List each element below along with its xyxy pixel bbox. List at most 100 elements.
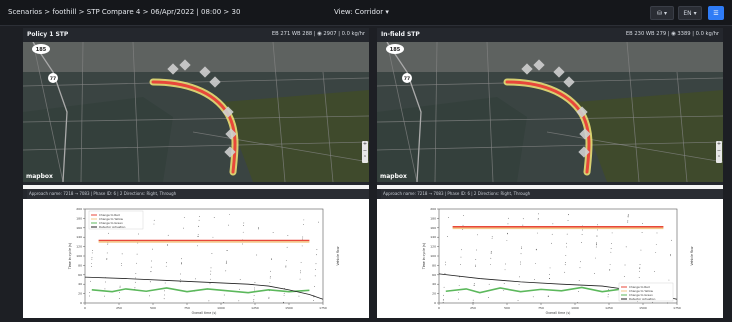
detector-dot <box>107 243 109 245</box>
detector-dot <box>136 253 138 255</box>
detector-dot <box>491 237 493 239</box>
detector-dot <box>458 285 460 287</box>
detector-dot <box>503 282 505 284</box>
detector-dot <box>119 291 121 293</box>
language-button[interactable]: EN ▾ <box>678 6 702 20</box>
x-tick-label: 0 <box>84 306 86 310</box>
zoom-control[interactable]: + − ⌃ <box>362 141 368 163</box>
detector-dot <box>285 259 287 261</box>
detector-dot <box>611 243 612 244</box>
map-view[interactable]: 185 77 mapbox + − ⌃ <box>23 42 369 182</box>
detector-dot <box>314 286 315 287</box>
breadcrumb[interactable]: Scenarios > foothill > STP Compare 4 > 0… <box>8 8 240 16</box>
detector-dot <box>535 263 536 264</box>
detector-dot <box>609 268 611 270</box>
detector-dot <box>503 290 505 291</box>
detector-dot <box>671 239 672 241</box>
x-tick-label: 750 <box>184 306 190 310</box>
map-canvas[interactable]: 185 77 <box>377 42 723 182</box>
y-tick-label: 160 <box>76 226 82 230</box>
detector-dot <box>316 249 318 250</box>
x-tick-label: 500 <box>150 306 156 310</box>
detector-dot <box>197 235 199 237</box>
detector-dot <box>269 277 271 279</box>
panel-left: Policy 1 STP EB 271 WB 288 | ◉ 2907 | 0.… <box>23 28 369 318</box>
detector-dot <box>135 277 136 279</box>
detector-dot <box>225 270 227 272</box>
detector-dot <box>507 223 509 225</box>
detector-dot <box>473 285 475 286</box>
y-tick-label: 60 <box>432 273 436 277</box>
detector-dot <box>136 262 137 264</box>
detector-dot <box>670 255 671 257</box>
detector-dot <box>254 289 255 291</box>
detector-dot <box>520 263 521 265</box>
menu-button[interactable]: ☰ <box>708 6 724 20</box>
detector-dot <box>639 267 641 269</box>
detector-dot <box>209 278 211 280</box>
detector-dot <box>580 261 581 263</box>
land-area <box>377 97 527 182</box>
detector-dot <box>532 296 534 298</box>
detector-dot <box>300 270 301 272</box>
y2-axis-label: Vehicle flow <box>690 246 694 265</box>
detector-dot <box>462 224 464 226</box>
detector-dot <box>460 256 462 258</box>
detector-dot <box>198 225 200 227</box>
detector-dot <box>641 232 643 233</box>
detector-dot <box>298 295 300 297</box>
detector-dot <box>564 262 566 263</box>
detector-dot <box>313 300 314 301</box>
detector-dot <box>623 276 625 277</box>
detector-dot <box>551 242 552 244</box>
y-tick-label: 160 <box>430 226 436 230</box>
detector-dot <box>596 244 597 246</box>
map-canvas[interactable]: 185 77 <box>23 42 369 182</box>
detector-dot <box>283 301 284 303</box>
detector-dot <box>137 242 139 244</box>
y-tick-label: 20 <box>432 292 436 296</box>
y-tick-label: 80 <box>78 263 82 267</box>
detector-dot <box>517 300 519 301</box>
detector-dot <box>594 273 595 274</box>
detector-dot <box>212 236 214 238</box>
detector-dot <box>269 276 271 277</box>
detector-dot <box>92 250 93 251</box>
detector-dot <box>181 258 183 260</box>
panel-title: Policy 1 STP <box>27 31 69 38</box>
detector-dot <box>119 285 121 287</box>
chart-container: 0 250 500 750 1000 1250 1500 1750 0 20 40 60 80 100 12… <box>23 199 369 318</box>
detector-dot <box>490 251 492 253</box>
detector-dot <box>272 232 274 233</box>
detector-dot <box>300 262 302 264</box>
detector-dot <box>505 263 506 265</box>
detector-dot <box>475 259 477 260</box>
layers-button[interactable]: ⛁ ▾ <box>650 6 674 20</box>
detector-dot <box>547 296 549 298</box>
y-tick-label: 140 <box>430 235 436 239</box>
detector-dot <box>89 295 90 297</box>
detector-dot <box>106 259 108 260</box>
detector-dot <box>627 216 629 218</box>
detector-dot <box>566 242 567 244</box>
detector-dot <box>179 279 181 280</box>
detector-dot <box>256 254 258 256</box>
detector-dot <box>443 294 444 296</box>
detector-dot <box>596 243 597 245</box>
detector-dot <box>118 298 120 299</box>
detector-dot <box>642 223 643 225</box>
map-view[interactable]: 185 77 mapbox + − ⌃ <box>377 42 723 182</box>
detector-dot <box>225 261 227 263</box>
detector-dot <box>239 279 241 280</box>
detector-dot <box>582 229 583 231</box>
detector-dot <box>318 221 319 223</box>
detector-dot <box>565 246 567 248</box>
detector-dot <box>121 253 123 255</box>
view-selector[interactable]: View: Corridor ▾ <box>334 8 389 16</box>
detector-dot <box>253 299 255 301</box>
detector-dot <box>461 249 462 251</box>
detector-dot <box>283 302 284 304</box>
detector-dot <box>610 251 612 253</box>
detector-dot <box>209 283 211 285</box>
zoom-control[interactable]: + − ⌃ <box>716 141 722 163</box>
